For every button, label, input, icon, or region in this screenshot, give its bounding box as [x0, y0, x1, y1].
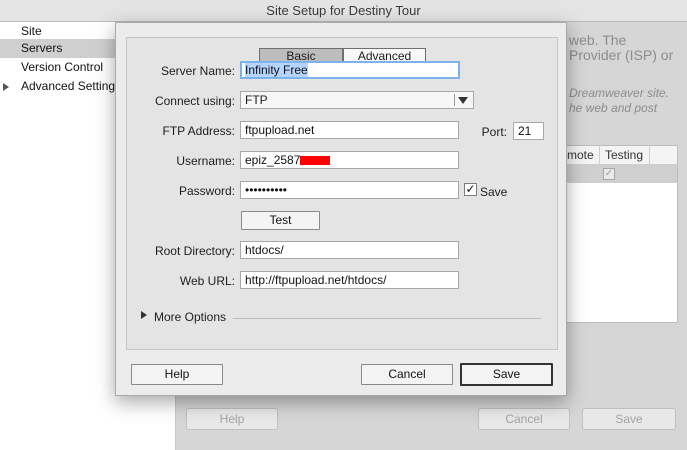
root-directory-input[interactable]: htdocs/	[240, 241, 459, 259]
save-button[interactable]: Save	[460, 363, 553, 386]
sidebar-item-label: Site	[21, 24, 42, 38]
select-divider	[454, 94, 455, 106]
sidebar-item-label: Version Control	[21, 60, 104, 74]
background-help-button: Help	[186, 408, 278, 430]
chevron-down-icon	[458, 97, 468, 104]
connect-using-label: Connect using:	[154, 94, 235, 108]
username-input[interactable]: epiz_2587	[240, 151, 459, 169]
web-url-input[interactable]: http://ftpupload.net/htdocs/	[240, 271, 459, 289]
password-label: Password:	[178, 184, 235, 198]
testing-checkbox[interactable]: ✓	[603, 168, 615, 180]
more-options-toggle[interactable]: More Options	[154, 310, 226, 324]
username-label: Username:	[176, 154, 235, 168]
web-url-label: Web URL:	[179, 274, 235, 288]
disclosure-triangle-icon[interactable]	[141, 311, 147, 319]
port-label: Port:	[481, 125, 507, 139]
server-name-label: Server Name:	[160, 64, 235, 78]
root-directory-label: Root Directory:	[154, 244, 235, 258]
background-italic-line-1: Dreamweaver site.	[569, 86, 670, 100]
disclosure-triangle-icon[interactable]	[3, 83, 9, 91]
column-header-remote[interactable]: mote	[565, 146, 600, 164]
server-name-value: Infinity Free	[245, 63, 308, 77]
save-password-label: Save	[480, 185, 508, 199]
server-settings-panel: Basic Advanced Server Name: Infinity Fre…	[126, 37, 558, 350]
cancel-button[interactable]: Cancel	[361, 364, 453, 385]
redaction-mark	[300, 156, 331, 166]
password-input[interactable]: ••••••••••	[240, 181, 459, 199]
background-description-line-1: web. The	[569, 32, 627, 48]
username-value: epiz_2587	[245, 153, 301, 167]
sidebar-item-label: Advanced Settings	[21, 79, 122, 93]
ftp-address-input[interactable]: ftpupload.net	[240, 121, 459, 139]
server-table-header: mote Testing	[565, 146, 677, 165]
connect-using-select[interactable]: FTP	[240, 91, 474, 109]
help-button[interactable]: Help	[131, 364, 223, 385]
sidebar-item-label: Servers	[21, 41, 63, 55]
background-description-line-2: Provider (ISP) or	[569, 47, 674, 63]
server-name-input[interactable]: Infinity Free	[240, 61, 460, 79]
window-title: Site Setup for Destiny Tour	[0, 0, 687, 22]
more-options-divider	[233, 318, 541, 319]
column-header-testing[interactable]: Testing	[600, 146, 650, 164]
table-row[interactable]: ✓	[565, 165, 677, 183]
connect-using-value: FTP	[245, 93, 268, 107]
background-save-button: Save	[582, 408, 676, 430]
ftp-address-label: FTP Address:	[162, 124, 235, 138]
test-button[interactable]: Test	[241, 211, 320, 230]
port-input[interactable]: 21	[513, 122, 544, 140]
save-password-checkbox[interactable]: ✓	[464, 183, 477, 196]
server-list-table[interactable]: mote Testing ✓	[564, 145, 678, 323]
server-setup-dialog: Basic Advanced Server Name: Infinity Fre…	[115, 22, 567, 396]
background-italic-line-2: he web and post	[569, 101, 658, 115]
background-cancel-button: Cancel	[478, 408, 570, 430]
